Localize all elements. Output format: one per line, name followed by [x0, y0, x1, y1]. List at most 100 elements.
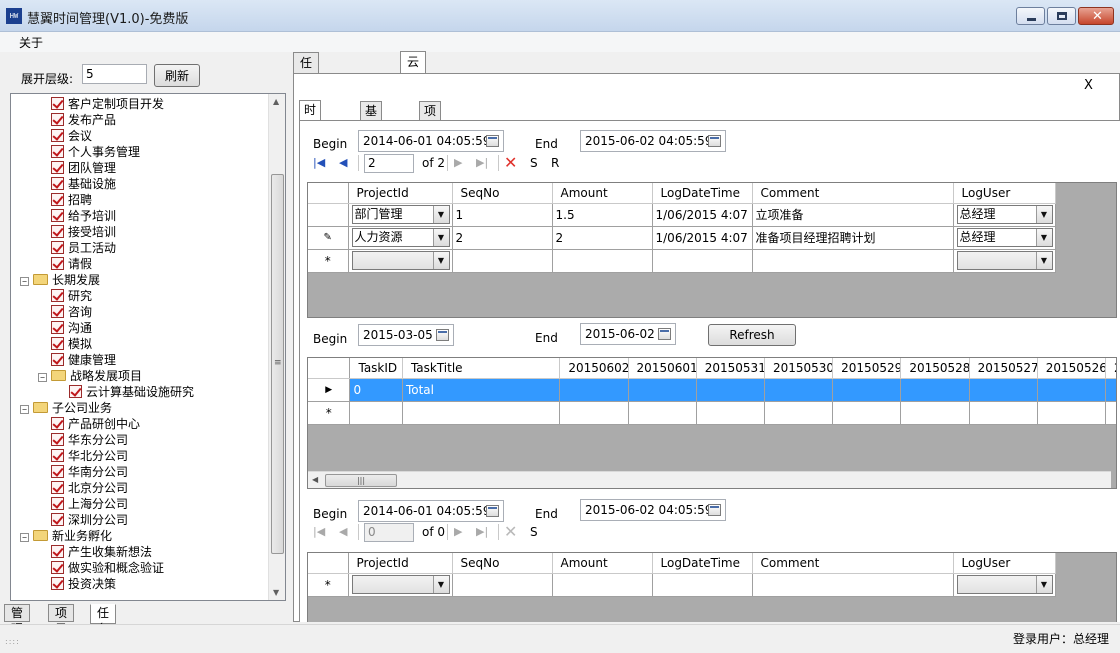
tree-item[interactable]: 上海分公司 [51, 496, 128, 512]
scroll-up-icon[interactable]: ▲ [273, 97, 279, 106]
calendar-icon[interactable] [658, 328, 671, 340]
tree-item[interactable]: 投资决策 [51, 576, 116, 592]
chevron-down-icon[interactable]: ▼ [1035, 252, 1052, 269]
col-loguser[interactable]: LogUser [953, 183, 1056, 204]
tab-project-relation[interactable]: 项目关系 [419, 101, 442, 172]
tree-item[interactable]: 做实验和概念验证 [51, 560, 164, 576]
row-marker[interactable]: ✎ [308, 226, 349, 250]
new-row[interactable]: * ▼ ▼ [308, 249, 1056, 273]
time-log-grid[interactable]: ProjectId SeqNo Amount LogDateTime Comme… [307, 182, 1117, 318]
tree-item[interactable]: 研究 [51, 288, 92, 304]
tree-scrollbar[interactable]: ▲ ≡ ▼ [268, 94, 285, 600]
empty-cell[interactable] [969, 401, 1038, 425]
day-cell[interactable] [832, 378, 902, 402]
summary-hscrollbar[interactable]: ◀ ||| [308, 471, 1111, 488]
tab-task-info[interactable]: 任务基本信息维护 [293, 52, 320, 210]
tree-item[interactable]: 华北分公司 [51, 448, 128, 464]
chevron-down-icon[interactable]: ▼ [432, 252, 449, 269]
reload-button[interactable]: R [551, 156, 559, 170]
day-cell[interactable] [969, 378, 1038, 402]
empty-cell[interactable] [559, 401, 629, 425]
project-combo[interactable]: 部门管理 ▼ [351, 205, 450, 224]
col-summary[interactable]: 20150526 [1037, 358, 1106, 379]
chevron-down-icon[interactable]: ▼ [1035, 229, 1052, 246]
empty-cell[interactable] [764, 401, 834, 425]
move-next-icon[interactable]: ▶ [454, 525, 462, 538]
tree-item[interactable]: 健康管理 [51, 352, 116, 368]
tree-item[interactable]: 华东分公司 [51, 432, 128, 448]
tree-item[interactable]: 个人事务管理 [51, 144, 140, 160]
close-window-button[interactable]: ✕ [1078, 7, 1114, 25]
menu-item-about[interactable]: 关于 [19, 34, 43, 51]
delete-icon[interactable]: ✕ [504, 522, 517, 541]
tree-item[interactable]: − 战略发展项目 [38, 368, 142, 384]
table-row[interactable]: ▶ 0 Total [308, 378, 1116, 402]
project-combo[interactable]: ▼ [351, 251, 450, 270]
day-cell[interactable] [628, 378, 697, 402]
seq-cell[interactable]: 1 [452, 203, 553, 227]
task-tree[interactable]: 客户定制项目开发 发布产品 会议 个人事务管理 团队管理 基础设施 招聘 给予培训 接受培训 员工… [10, 93, 286, 601]
empty-cell[interactable] [832, 401, 902, 425]
calendar-icon[interactable] [708, 504, 721, 516]
current-row-marker[interactable]: ▶ [308, 378, 351, 402]
save-button[interactable]: S [530, 525, 538, 539]
tree-item[interactable]: 发布产品 [51, 112, 116, 128]
amount-cell[interactable]: 2 [552, 226, 653, 250]
tab-time-log[interactable]: 时间日志 [299, 100, 322, 171]
empty-cell[interactable] [349, 401, 403, 425]
scroll-left-icon[interactable]: ◀ [312, 475, 318, 484]
empty-cell[interactable] [628, 401, 697, 425]
col-summary[interactable]: 20150527 [969, 358, 1038, 379]
datetime-cell[interactable]: 1/06/2015 4:07 ... [652, 203, 753, 227]
day-cell[interactable] [764, 378, 834, 402]
amount-cell[interactable]: 1.5 [552, 203, 653, 227]
new-row-marker[interactable]: * [308, 249, 349, 273]
project-combo[interactable]: ▼ [351, 575, 450, 594]
tree-item[interactable]: 产生收集新想法 [51, 544, 152, 560]
summary-refresh-button[interactable]: Refresh [708, 324, 796, 346]
seq-cell[interactable]: 2 [452, 226, 553, 250]
tree-item[interactable]: 团队管理 [51, 160, 116, 176]
collapse-icon[interactable]: − [20, 277, 29, 286]
time-log-grid-2[interactable]: ProjectId SeqNo Amount LogDateTime Comme… [307, 552, 1117, 622]
user-combo[interactable]: ▼ [956, 575, 1053, 594]
new-row-marker[interactable]: * [308, 401, 351, 425]
tree-item[interactable]: 请假 [51, 256, 92, 272]
tree-item[interactable]: 华南分公司 [51, 464, 128, 480]
tab-tasks[interactable]: 任务 [90, 604, 117, 636]
chevron-down-icon[interactable]: ▼ [432, 229, 449, 246]
summary-hscroll-thumb[interactable]: ||| [325, 474, 397, 487]
taskid-cell[interactable]: 0 [349, 378, 403, 402]
tree-item[interactable]: 深圳分公司 [51, 512, 128, 528]
col-summary[interactable]: 20150531 [696, 358, 765, 379]
tree-refresh-button[interactable]: 刷新 [154, 64, 200, 87]
col-summary[interactable]: 20150530 [764, 358, 834, 379]
tree-item[interactable]: 模拟 [51, 336, 92, 352]
col-amount[interactable]: Amount [552, 183, 653, 204]
position-field[interactable]: 2 [364, 154, 414, 173]
tree-item[interactable]: 招聘 [51, 192, 92, 208]
tree-item[interactable]: − 子公司业务 [20, 400, 112, 416]
col-seqno[interactable]: SeqNo [452, 553, 553, 574]
close-tab-icon[interactable]: X [1084, 78, 1093, 93]
collapse-icon[interactable]: − [38, 373, 47, 382]
col-projectid[interactable]: ProjectId [348, 183, 453, 204]
expand-level-input[interactable] [82, 64, 147, 84]
move-previous-icon[interactable]: ◀ [339, 525, 347, 538]
col-logdatetime[interactable]: LogDateTime [652, 183, 753, 204]
col-comment[interactable]: Comment [752, 183, 954, 204]
move-last-icon[interactable]: ▶| [476, 156, 488, 169]
tree-item[interactable]: 会议 [51, 128, 92, 144]
tree-item[interactable]: − 新业务孵化 [20, 528, 112, 544]
col-seqno[interactable]: SeqNo [452, 183, 553, 204]
table-row[interactable]: 部门管理▼ 1 1.5 1/06/2015 4:07 ... 立项准备 总经理▼ [308, 203, 1056, 227]
calendar-icon[interactable] [708, 135, 721, 147]
tree-item[interactable]: 产品研创中心 [51, 416, 140, 432]
begin-date-picker[interactable]: 2014-06-01 04:05:59 [358, 130, 504, 152]
comment-cell[interactable]: 立项准备 [752, 203, 954, 227]
user-combo[interactable]: 总经理 ▼ [956, 228, 1053, 247]
col-summary[interactable]: TaskID [349, 358, 403, 379]
col-amount[interactable]: Amount [552, 553, 653, 574]
day-cell[interactable] [696, 378, 765, 402]
tree-item[interactable]: 接受培训 [51, 224, 116, 240]
